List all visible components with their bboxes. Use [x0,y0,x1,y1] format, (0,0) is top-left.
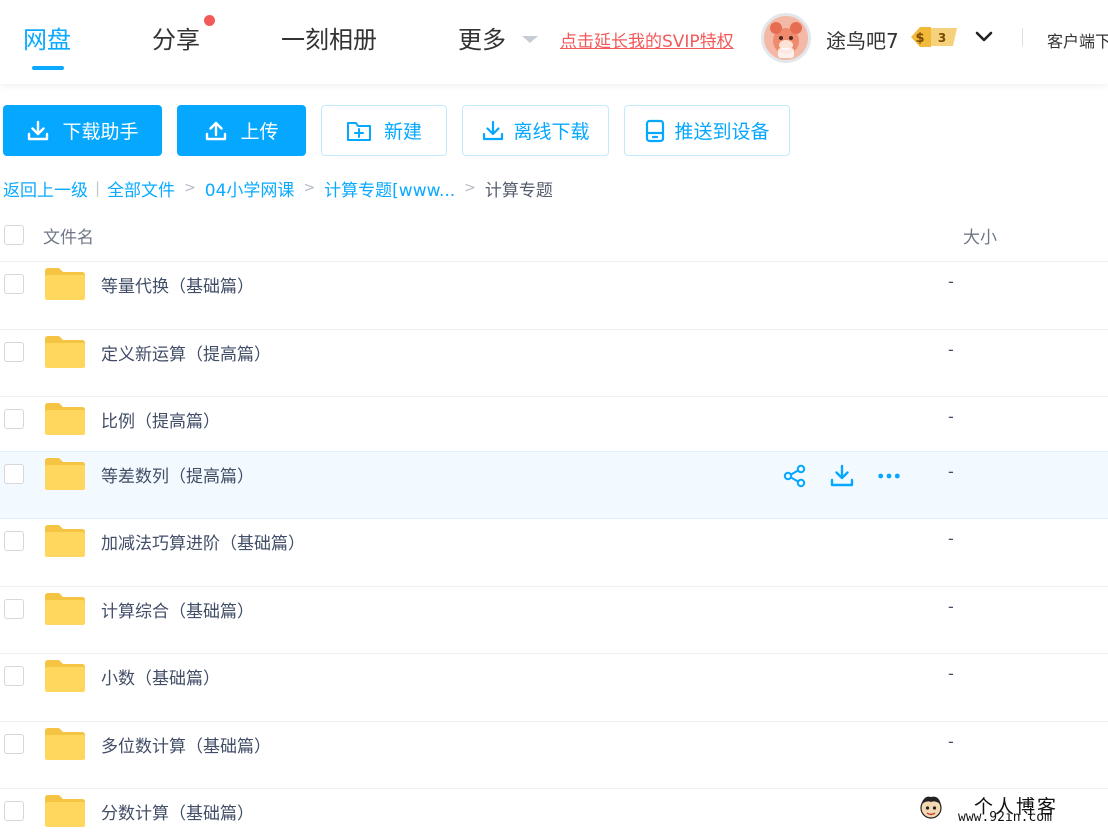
avatar-image [764,16,808,60]
push-to-device-button[interactable]: 推送到设备 [624,105,790,156]
table-row[interactable]: 等量代换（基础篇） - [0,262,1108,330]
upload-label: 上传 [240,121,279,143]
breadcrumb-current: 计算专题 [484,180,553,201]
table-row-hovered[interactable]: 等差数列（提高篇） - [0,451,1108,519]
file-size: - [948,664,954,683]
svg-text:$: $ [915,31,924,46]
table-row[interactable]: 小数（基础篇） - [0,654,1108,722]
file-name[interactable]: 小数（基础篇） [101,664,220,689]
caret-down-icon[interactable] [522,36,538,43]
row-checkbox[interactable] [4,531,24,551]
file-name[interactable]: 等差数列（提高篇） [101,462,254,487]
file-name[interactable]: 计算综合（基础篇） [101,597,254,622]
row-checkbox[interactable] [4,598,24,619]
file-size: - [948,731,954,751]
file-size: - [948,529,954,548]
download-helper-button[interactable]: 下载助手 [3,105,162,156]
blog-watermark: 个人博客 www.92in.com [912,790,1108,832]
back-link[interactable]: 返回上一级 [3,176,88,201]
file-name[interactable]: 定义新运算（提高篇） [101,340,271,365]
vip-level-badge-icon: $ 3 [911,27,957,47]
device-icon [646,119,665,142]
breadcrumb-item-course[interactable]: 04小学网课 [205,176,295,201]
file-name[interactable]: 多位数计算（基础篇） [101,732,271,757]
column-header-size[interactable]: 大小 [963,223,997,248]
avatar[interactable] [761,13,811,63]
cartoon-face-icon [920,796,942,819]
table-row[interactable]: 多位数计算（基础篇） - [0,722,1108,789]
download-icon [28,120,49,140]
folder-icon [45,403,85,435]
file-name[interactable]: 加减法巧算进阶（基础篇） [101,529,305,554]
file-size: - [948,339,954,359]
client-download-link[interactable]: 客户端下 [1047,28,1108,52]
top-nav: 网盘 分享 一刻相册 更多 点击延长我的SVIP特权 途鸟吧7 $ 3 客户端下 [0,0,1108,84]
row-checkbox[interactable] [4,274,24,294]
breadcrumb-item-all-files[interactable]: 全部文件 [107,176,175,201]
file-list-header: 文件名 大小 [0,214,1108,262]
breadcrumb-item-parent[interactable]: 计算专题[www... [324,176,455,201]
row-checkbox[interactable] [4,409,24,429]
file-size: - [948,462,954,481]
new-folder-icon [346,121,371,141]
breadcrumb-divider: | [95,179,101,197]
chevron-right-icon: > [464,180,476,196]
column-header-name[interactable]: 文件名 [43,223,94,248]
new-label: 新建 [383,121,422,143]
folder-icon [45,727,85,760]
push-to-device-label: 推送到设备 [674,121,770,143]
row-checkbox[interactable] [4,666,24,686]
select-all-checkbox[interactable] [4,225,24,245]
tab-share[interactable]: 分享 [152,20,200,55]
watermark-url: www.92in.com [958,810,1052,825]
offline-download-label: 离线下载 [513,121,590,143]
folder-icon [45,458,85,490]
download-helper-label: 下载助手 [62,121,139,143]
chevron-right-icon: > [303,180,316,196]
nav-divider [1022,28,1023,46]
active-tab-indicator [32,66,64,70]
offline-download-icon [483,120,504,140]
file-name[interactable]: 等量代换（基础篇） [101,272,254,297]
file-size: - [948,596,954,616]
tab-netdisk[interactable]: 网盘 [23,20,71,55]
row-checkbox[interactable] [4,733,24,754]
row-checkbox[interactable] [4,464,24,484]
breadcrumb: 返回上一级 | 全部文件 > 04小学网课 > 计算专题[www... > 计算… [3,176,553,201]
row-checkbox[interactable] [4,801,24,821]
folder-icon [45,795,85,827]
upload-icon [206,121,227,140]
table-row[interactable]: 加减法巧算进阶（基础篇） - [0,519,1108,587]
table-row[interactable]: 计算综合（基础篇） - [0,587,1108,654]
folder-icon [45,660,85,692]
username[interactable]: 途鸟吧7 [826,25,899,54]
download-icon[interactable] [830,464,854,488]
table-row[interactable]: 定义新运算（提高篇） - [0,330,1108,397]
tab-more[interactable]: 更多 [458,20,506,55]
chevron-down-icon[interactable] [974,26,994,46]
file-name[interactable]: 分数计算（基础篇） [101,799,254,824]
offline-download-button[interactable]: 离线下载 [462,105,609,156]
notification-dot [204,15,215,26]
file-name[interactable]: 比例（提高篇） [101,407,220,432]
share-icon[interactable] [783,464,807,488]
file-size: - [948,407,954,426]
chevron-right-icon: > [184,180,196,196]
file-size: - [948,272,954,291]
folder-icon [45,335,85,368]
new-folder-button[interactable]: 新建 [321,105,447,156]
vip-level: 3 [938,31,946,45]
folder-icon [45,268,85,300]
netdisk-page: 网盘 分享 一刻相册 更多 点击延长我的SVIP特权 途鸟吧7 $ 3 客户端下… [0,0,1108,832]
more-options-icon[interactable] [877,464,901,488]
folder-icon [45,592,85,625]
svip-promo-link[interactable]: 点击延长我的SVIP特权 [560,27,734,52]
upload-button[interactable]: 上传 [177,105,306,156]
tab-album[interactable]: 一刻相册 [281,20,377,55]
folder-icon [45,525,85,557]
row-actions [783,464,901,488]
row-checkbox[interactable] [4,341,24,362]
